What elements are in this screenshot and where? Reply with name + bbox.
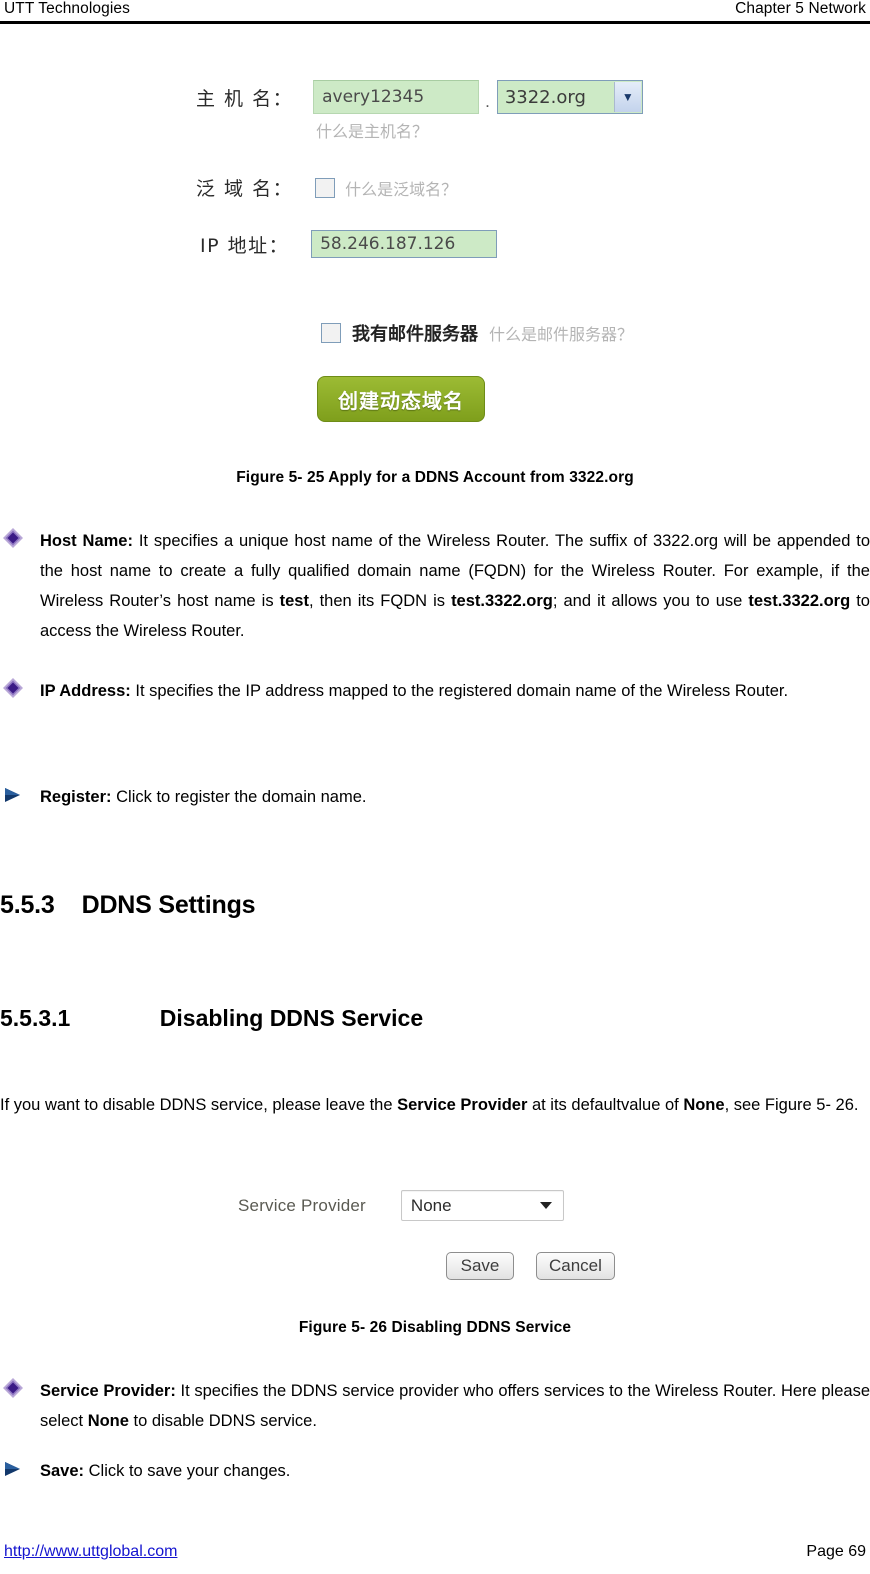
header-divider <box>0 21 870 24</box>
save-button[interactable]: Save <box>446 1252 514 1280</box>
bullet-host-name: Host Name: It specifies a unique host na… <box>0 526 870 646</box>
footer-website-link[interactable]: http://www.uttglobal.com <box>0 1543 177 1561</box>
bullet-save: Save: Click to save your changes. <box>0 1456 870 1486</box>
domain-suffix-value: 3322.org <box>504 86 586 108</box>
host-name-label: 主 机 名： <box>196 87 294 110</box>
bullet-save-text: Save: Click to save your changes. <box>40 1462 291 1480</box>
wildcard-row: 泛 域 名： 什么是泛域名？ <box>196 174 457 201</box>
diamond-bullet-icon <box>3 678 23 698</box>
wildcard-label: 泛 域 名： <box>196 178 294 200</box>
arrow-bullet-icon <box>5 788 20 802</box>
ip-address-input[interactable]: 58.246.187.126 <box>311 230 498 258</box>
bullet-term: Host Name: <box>40 532 133 550</box>
section-heading-5-5-3: 5.5.3 DDNS Settings <box>0 891 256 919</box>
chevron-down-icon[interactable] <box>539 1202 552 1209</box>
diamond-bullet-icon <box>3 528 23 548</box>
dot-separator: . <box>485 92 490 111</box>
host-name-row: 主 机 名： avery12345 . 3322.org ▼ <box>196 80 643 114</box>
header-company-name: UTT Technologies <box>4 0 130 17</box>
chevron-down-icon[interactable]: ▼ <box>613 82 641 112</box>
domain-suffix-select[interactable]: 3322.org ▼ <box>496 80 643 114</box>
figure-button-row: Save Cancel <box>446 1252 615 1280</box>
bullet-register-text: Register: Click to register the domain n… <box>40 788 367 806</box>
arrow-bullet-icon <box>5 1462 20 1476</box>
service-provider-row: Service Provider None <box>238 1190 564 1221</box>
bullet-service-provider-text: Service Provider: It specifies the DDNS … <box>40 1382 870 1430</box>
footer-page-number: Page 69 <box>806 1543 866 1560</box>
wildcard-checkbox[interactable] <box>315 177 336 198</box>
figure-5-26-caption: Figure 5- 26 Disabling DDNS Service <box>298 1319 572 1336</box>
mail-server-label: 我有邮件服务器 <box>352 324 478 345</box>
figure-5-25-caption: Figure 5- 25 Apply for a DDNS Account fr… <box>236 469 634 486</box>
page-footer: http://www.uttglobal.com Page 69 <box>0 1543 870 1561</box>
mail-server-help-link[interactable]: 什么是邮件服务器？ <box>489 321 633 345</box>
bullet-ip-address-text: IP Address: It specifies the IP address … <box>40 682 789 700</box>
bullet-host-name-text: Host Name: It specifies a unique host na… <box>40 532 870 640</box>
header-chapter-title: Chapter 5 Network <box>735 0 866 17</box>
host-name-help-link[interactable]: 什么是主机名？ <box>316 118 428 142</box>
wildcard-help-link[interactable]: 什么是泛域名？ <box>345 176 457 200</box>
bullet-service-provider: Service Provider: It specifies the DDNS … <box>0 1376 870 1436</box>
figure-ddns-apply-screenshot: 主 机 名： avery12345 . 3322.org ▼ 什么是主机名？ 泛… <box>0 62 870 442</box>
mail-server-checkbox[interactable] <box>321 323 341 343</box>
host-name-input[interactable]: avery12345 <box>313 80 480 114</box>
service-provider-value: None <box>410 1195 452 1215</box>
ip-address-label: IP 地址： <box>200 234 290 257</box>
mail-server-row: 我有邮件服务器 什么是邮件服务器？ <box>321 320 633 346</box>
bullet-ip-address: IP Address: It specifies the IP address … <box>0 676 870 706</box>
create-ddns-button[interactable]: 创建动态域名 <box>317 376 485 422</box>
ip-address-row: IP 地址： 58.246.187.126 <box>200 230 498 258</box>
diamond-bullet-icon <box>3 1378 23 1398</box>
intro-paragraph: If you want to disable DDNS service, ple… <box>0 1096 859 1114</box>
service-provider-label: Service Provider <box>238 1195 366 1215</box>
figure-disabling-ddns-screenshot: Service Provider None Save Cancel <box>0 1182 870 1292</box>
bullet-register: Register: Click to register the domain n… <box>0 782 870 812</box>
service-provider-select[interactable]: None <box>400 1190 564 1221</box>
cancel-button[interactable]: Cancel <box>536 1252 615 1280</box>
subsection-heading-5-5-3-1: 5.5.3.1 Disabling DDNS Service <box>0 1005 424 1031</box>
